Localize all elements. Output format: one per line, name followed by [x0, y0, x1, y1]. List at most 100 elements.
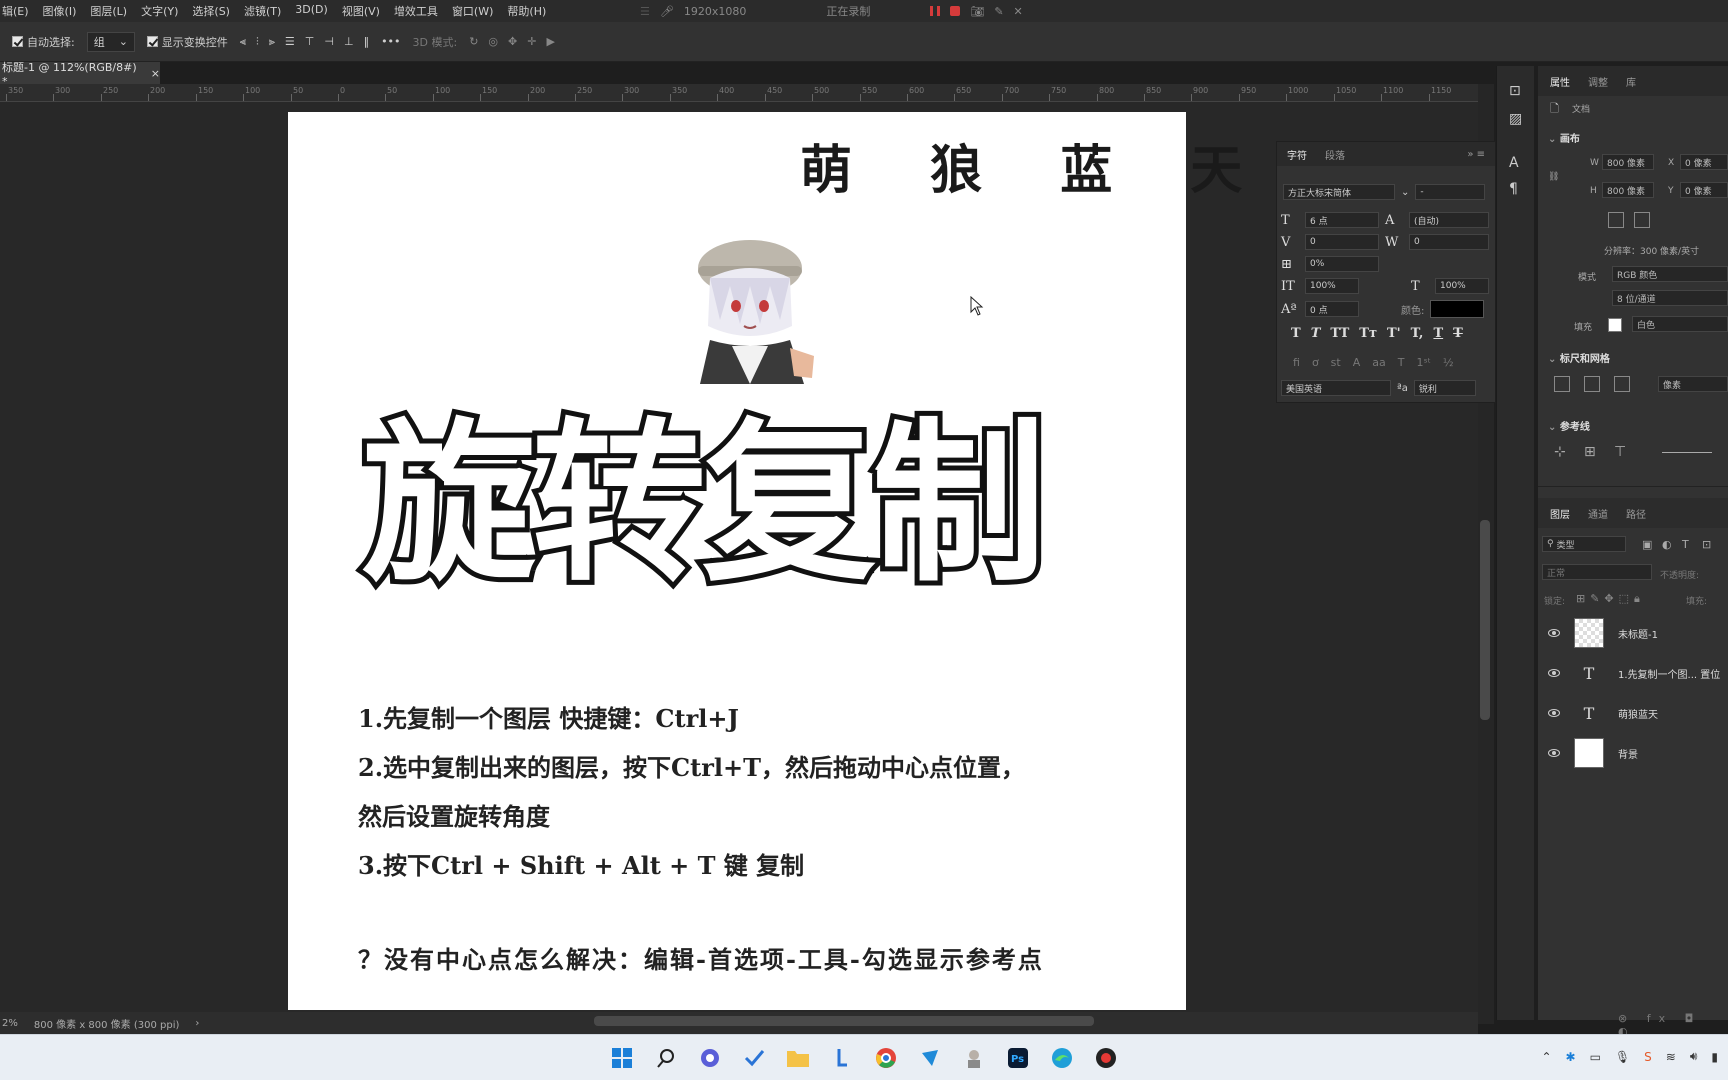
- scale-field[interactable]: 0%: [1305, 256, 1379, 272]
- visibility-eye-icon[interactable]: [1548, 709, 1560, 717]
- tab-channels[interactable]: 通道: [1588, 506, 1608, 521]
- horizontal-scale-field[interactable]: 100%: [1435, 278, 1489, 294]
- align-top-icon[interactable]: ⊤: [305, 35, 315, 48]
- tab-layers[interactable]: 图层: [1550, 506, 1570, 521]
- grid-icon[interactable]: [1584, 376, 1600, 392]
- layer-row[interactable]: 背景: [1538, 734, 1728, 772]
- camera-icon[interactable]: 📷︎: [970, 5, 984, 18]
- obs-record-icon[interactable]: [1092, 1044, 1120, 1072]
- chevron-up-icon[interactable]: ⌃: [1541, 1050, 1551, 1064]
- link-icon[interactable]: ⛓: [1548, 172, 1559, 182]
- menu-window[interactable]: 窗口(W): [452, 3, 493, 19]
- display-icon[interactable]: ▭: [1590, 1050, 1601, 1064]
- small-caps-icon[interactable]: Tт: [1359, 326, 1377, 341]
- chrome-icon[interactable]: [872, 1044, 900, 1072]
- layer-row[interactable]: 未标题-1: [1538, 614, 1728, 652]
- history-icon[interactable]: ⊡: [1509, 84, 1523, 98]
- faux-bold-icon[interactable]: T: [1291, 326, 1301, 341]
- menu-lines-icon[interactable]: ☰: [640, 5, 650, 18]
- document-tab[interactable]: 标题-1 @ 112%(RGB/8#) * ×: [0, 61, 160, 88]
- menu-image[interactable]: 图像(I): [43, 3, 77, 19]
- app-l-icon[interactable]: [828, 1044, 856, 1072]
- align-center-icon[interactable]: ⫶: [256, 35, 259, 49]
- windows-start-icon[interactable]: [608, 1044, 636, 1072]
- distribute-vertical-icon[interactable]: ‖: [364, 35, 370, 48]
- ordinal-st-icon[interactable]: 1ˢᵗ: [1416, 356, 1430, 369]
- pause-icon[interactable]: [930, 6, 941, 16]
- mode-select[interactable]: RGB 颜色: [1612, 266, 1728, 282]
- lock-icons[interactable]: ⊞✎✥⬚🔒︎: [1576, 592, 1645, 606]
- menu-edit[interactable]: 辑(E): [2, 3, 29, 19]
- auto-select-checkbox[interactable]: 自动选择:: [12, 34, 75, 50]
- pixel-grid-icon[interactable]: [1614, 376, 1630, 392]
- align-bottom-icon[interactable]: ⊥: [344, 35, 354, 48]
- battery-icon[interactable]: ▮: [1711, 1050, 1718, 1064]
- font-size-field[interactable]: 6 点: [1305, 212, 1379, 228]
- guide-icon[interactable]: ⊹: [1554, 444, 1566, 460]
- panel-menu-icon[interactable]: » ≡: [1467, 149, 1485, 160]
- height-field[interactable]: 800 像素: [1602, 182, 1654, 198]
- x-field[interactable]: 0 像素: [1680, 154, 1728, 170]
- tab-properties[interactable]: 属性: [1550, 74, 1570, 89]
- guide-grid-icon[interactable]: ⊞: [1584, 444, 1596, 460]
- tab-paragraph[interactable]: 段落: [1325, 147, 1345, 162]
- canvas-section[interactable]: 画布: [1548, 130, 1580, 145]
- auto-select-dropdown[interactable]: 组 ⌄: [86, 31, 135, 52]
- superscript-icon[interactable]: T': [1387, 326, 1401, 341]
- depth-select[interactable]: 8 位/通道: [1612, 290, 1728, 306]
- faux-italic-icon[interactable]: T: [1311, 326, 1321, 341]
- filter-adjust-icon[interactable]: ◐: [1662, 538, 1672, 551]
- menu-type[interactable]: 文字(Y): [141, 3, 178, 19]
- avatar-app-icon[interactable]: [960, 1044, 988, 1072]
- align-right-icon[interactable]: ⫸: [269, 35, 275, 49]
- fill-swatch[interactable]: [1608, 318, 1622, 332]
- filter-pixel-icon[interactable]: ▣: [1642, 538, 1652, 551]
- ime-icon[interactable]: S: [1644, 1050, 1652, 1064]
- antialias-select[interactable]: 锐利: [1413, 380, 1476, 396]
- blend-mode-select[interactable]: 正常: [1542, 564, 1652, 580]
- show-transform-checkbox[interactable]: 显示变换控件: [146, 34, 228, 50]
- units-select[interactable]: 像素: [1658, 376, 1728, 392]
- discretionary-icon[interactable]: st: [1331, 356, 1341, 369]
- mic-icon[interactable]: 🎙︎: [1615, 1050, 1630, 1064]
- horizontal-ruler[interactable]: 350 300 250 200 150 100 50 0 50 100 150 200 250 300 35…: [0, 84, 1478, 102]
- guides-section[interactable]: 参考线: [1548, 418, 1590, 433]
- all-caps-icon[interactable]: TT: [1330, 326, 1349, 341]
- menu-plugins[interactable]: 增效工具: [394, 3, 438, 19]
- text-color-swatch[interactable]: [1430, 300, 1485, 318]
- width-field[interactable]: 800 像素: [1602, 154, 1654, 170]
- chevron-right-icon[interactable]: ›: [195, 1018, 199, 1029]
- layer-row[interactable]: T 1.先复制一个图... 置位: [1538, 654, 1728, 692]
- wifi-icon[interactable]: ≋: [1666, 1050, 1676, 1064]
- tracking-field[interactable]: 0: [1409, 234, 1489, 250]
- menu-filter[interactable]: 滤镜(T): [244, 3, 281, 19]
- vertical-scale-field[interactable]: 100%: [1305, 278, 1359, 294]
- roll-icon[interactable]: ◎: [488, 35, 498, 48]
- stylistic-icon[interactable]: aa: [1372, 356, 1385, 369]
- rulers-grids-section[interactable]: 标尺和网格: [1548, 350, 1610, 365]
- tab-character[interactable]: 字符: [1287, 147, 1307, 162]
- stop-icon[interactable]: [950, 6, 961, 16]
- baseline-field[interactable]: 0 点: [1305, 301, 1359, 317]
- feishu-icon[interactable]: [916, 1044, 944, 1072]
- horizontal-scroll-thumb[interactable]: [594, 1016, 1094, 1026]
- subscript-icon[interactable]: T,: [1411, 326, 1424, 341]
- visibility-eye-icon[interactable]: [1548, 629, 1560, 637]
- close-icon[interactable]: ×: [151, 67, 160, 80]
- font-style-select[interactable]: -: [1415, 184, 1486, 200]
- paragraph-panel-icon[interactable]: ¶: [1509, 182, 1523, 196]
- ligature-icon[interactable]: fi: [1293, 356, 1300, 369]
- ordinal-icon[interactable]: T: [1398, 356, 1405, 369]
- speaker-icon[interactable]: 🔊︎: [1690, 1049, 1698, 1064]
- menu-select[interactable]: 选择(S): [192, 3, 230, 19]
- mic-icon[interactable]: 🎤︎: [660, 5, 674, 18]
- tab-libraries[interactable]: 库: [1626, 74, 1636, 89]
- file-explorer-icon[interactable]: [784, 1044, 812, 1072]
- pen-icon[interactable]: ✎: [994, 5, 1003, 18]
- layer-row[interactable]: T 萌狼蓝天: [1538, 694, 1728, 732]
- strikethrough-icon[interactable]: T: [1453, 326, 1463, 341]
- video-icon[interactable]: ▶: [546, 35, 554, 48]
- todo-icon[interactable]: [740, 1044, 768, 1072]
- distribute-icon[interactable]: ☰: [285, 35, 295, 48]
- bluetooth-icon[interactable]: ✱: [1566, 1050, 1576, 1064]
